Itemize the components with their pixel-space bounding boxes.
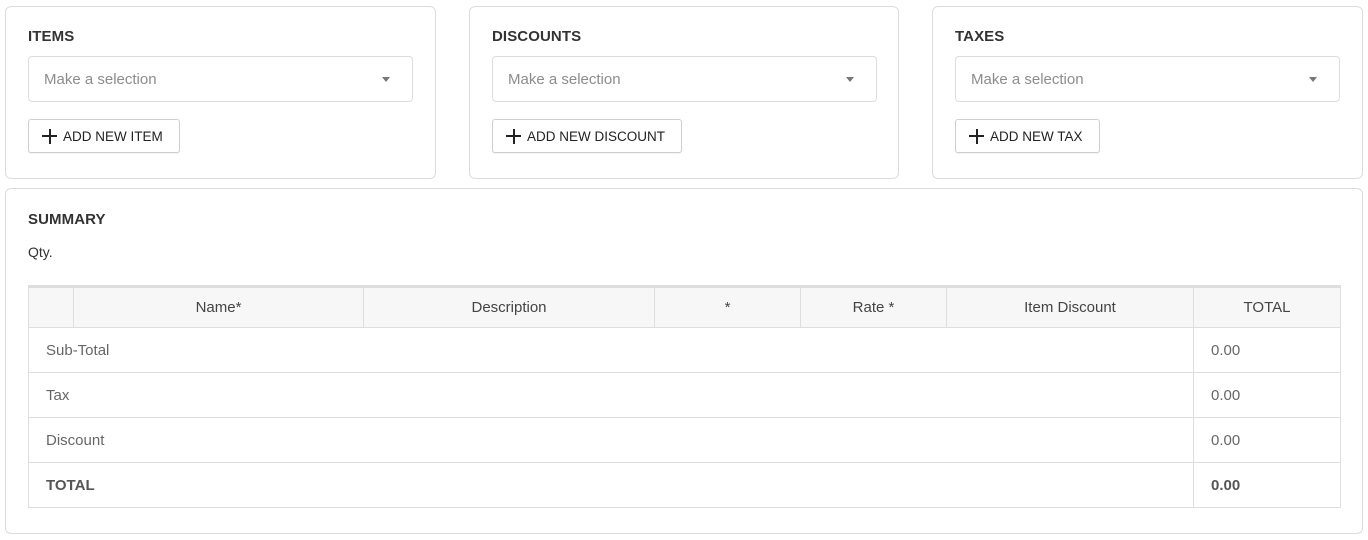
plus-icon — [969, 128, 984, 144]
summary-table: Name* Description * Rate * Item Discount… — [28, 285, 1341, 508]
add-new-discount-button[interactable]: ADD NEW DISCOUNT — [492, 119, 682, 153]
add-new-discount-label: ADD NEW DISCOUNT — [527, 128, 665, 144]
discount-label: Discount — [28, 417, 1194, 463]
discount-value: 0.00 — [1193, 417, 1341, 463]
total-label: TOTAL — [28, 462, 1194, 508]
add-new-tax-label: ADD NEW TAX — [990, 128, 1083, 144]
items-select[interactable]: Make a selection — [28, 56, 413, 102]
discounts-card: DISCOUNTS Make a selection ADD NEW DISCO… — [469, 6, 899, 179]
tax-value: 0.00 — [1193, 372, 1341, 418]
col-header-total: TOTAL — [1193, 285, 1341, 328]
summary-table-header: Name* Description * Rate * Item Discount… — [28, 285, 1341, 328]
caret-down-icon — [382, 77, 390, 82]
total-value: 0.00 — [1193, 462, 1341, 508]
items-card: ITEMS Make a selection ADD NEW ITEM — [5, 6, 436, 179]
subtotal-label: Sub-Total — [28, 327, 1194, 373]
table-row: Tax 0.00 — [28, 372, 1341, 418]
summary-title: SUMMARY — [28, 211, 106, 228]
caret-down-icon — [846, 77, 854, 82]
plus-icon — [42, 128, 57, 144]
col-header-qty: * — [654, 285, 801, 328]
items-title: ITEMS — [28, 28, 75, 45]
items-select-placeholder: Make a selection — [44, 71, 157, 88]
add-new-item-button[interactable]: ADD NEW ITEM — [28, 119, 180, 153]
col-header-select — [28, 285, 74, 328]
taxes-select[interactable]: Make a selection — [955, 56, 1340, 102]
plus-icon — [506, 128, 521, 144]
taxes-card: TAXES Make a selection ADD NEW TAX — [932, 6, 1363, 179]
add-new-tax-button[interactable]: ADD NEW TAX — [955, 119, 1100, 153]
col-header-item-discount: Item Discount — [946, 285, 1194, 328]
col-header-rate: Rate * — [800, 285, 947, 328]
table-row: TOTAL 0.00 — [28, 462, 1341, 508]
taxes-title: TAXES — [955, 28, 1005, 45]
summary-card: SUMMARY Qty. Name* Description * Rate * … — [5, 188, 1363, 534]
taxes-select-placeholder: Make a selection — [971, 71, 1084, 88]
discounts-select-placeholder: Make a selection — [508, 71, 621, 88]
table-row: Sub-Total 0.00 — [28, 327, 1341, 373]
col-header-description: Description — [363, 285, 655, 328]
add-new-item-label: ADD NEW ITEM — [63, 128, 163, 144]
caret-down-icon — [1309, 77, 1317, 82]
tax-label: Tax — [28, 372, 1194, 418]
discounts-title: DISCOUNTS — [492, 28, 582, 45]
qty-label: Qty. — [28, 244, 53, 260]
table-row: Discount 0.00 — [28, 417, 1341, 463]
col-header-name: Name* — [73, 285, 364, 328]
discounts-select[interactable]: Make a selection — [492, 56, 877, 102]
subtotal-value: 0.00 — [1193, 327, 1341, 373]
